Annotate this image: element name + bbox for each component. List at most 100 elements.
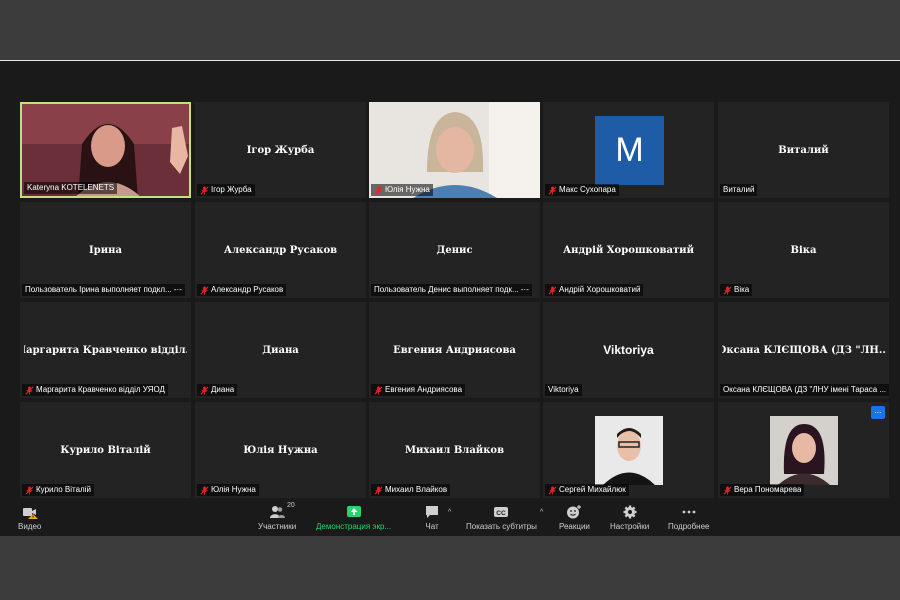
settings-button[interactable]: Настройки xyxy=(610,505,649,531)
mic-muted-icon xyxy=(374,385,383,395)
participant-caption: Михаил Влайков xyxy=(371,484,451,496)
participant-tile[interactable]: Оксана КЛЄЩОВА (ДЗ "ЛН... Оксана КЛЄЩОВА … xyxy=(718,302,889,398)
video-label: Видео xyxy=(18,522,42,531)
participant-caption: Viktoriya xyxy=(545,384,582,396)
participant-tile[interactable]: Михаил Влайков Михаил Влайков xyxy=(369,402,540,498)
captions-button[interactable]: CC Показать субтитры xyxy=(466,505,537,531)
caption-name: Александр Русаков xyxy=(211,285,284,294)
caption-name: Юлія Нужна xyxy=(385,185,430,194)
gallery-view: Kateryna KOTELENETS Ігор Журба Ігор Журба Ю… xyxy=(0,61,900,501)
participant-caption: Оксана КЛЄЩОВА (ДЗ "ЛНУ імені Тараса ... xyxy=(720,384,889,396)
profile-picture xyxy=(595,416,663,485)
participant-caption: Kateryna KOTELENETS xyxy=(24,182,118,194)
caption-name: Маргарита Кравченко відділ УЯОД xyxy=(36,385,165,394)
participant-caption: Курило Віталій xyxy=(22,484,94,496)
participant-caption: Диана xyxy=(197,384,238,396)
reactions-button[interactable]: Реакции xyxy=(559,505,590,531)
participant-caption: Евгения Андриясова xyxy=(371,384,466,396)
caption-name: Диана xyxy=(211,385,235,394)
caption-name: Михаил Влайков xyxy=(385,485,448,494)
gear-icon xyxy=(623,505,637,519)
tile-options-button[interactable]: ... xyxy=(871,406,885,419)
captions-options-caret[interactable]: ^ xyxy=(540,509,543,516)
chat-options-caret[interactable]: ^ xyxy=(448,509,451,516)
captions-label: Показать субтитры xyxy=(466,522,537,531)
caption-name: Kateryna KOTELENETS xyxy=(27,183,115,192)
mic-muted-icon xyxy=(200,485,209,495)
participant-tile[interactable]: Юлія Нужна Юлія Нужна xyxy=(195,402,366,498)
mic-muted-icon xyxy=(548,285,557,295)
participant-caption: Александр Русаков xyxy=(197,284,287,296)
mic-muted-icon xyxy=(200,385,209,395)
participant-tile[interactable]: Kateryna KOTELENETS xyxy=(20,102,191,198)
mic-muted-icon xyxy=(548,485,557,495)
mic-muted-icon xyxy=(200,185,209,195)
caption-name: Сергей Михайлюк xyxy=(559,485,626,494)
mic-muted-icon xyxy=(374,185,383,195)
participant-tile[interactable]: Денис Пользователь Денис выполняет подк..… xyxy=(369,202,540,298)
participant-tile[interactable]: M Макс Сухопара xyxy=(543,102,714,198)
caption-name: Андрій Хорошковатий xyxy=(559,285,641,294)
participant-caption: Вера Пономарева xyxy=(720,484,805,496)
participant-tile[interactable]: Ірина Пользователь Ірина выполняет подкл.… xyxy=(20,202,191,298)
mic-muted-icon xyxy=(25,485,34,495)
share-screen-label: Демонстрация экр... xyxy=(316,522,392,531)
participants-label: Участники xyxy=(258,522,297,531)
mic-muted-icon xyxy=(25,385,34,395)
mic-muted-icon xyxy=(548,185,557,195)
mic-muted-icon xyxy=(374,485,383,495)
settings-label: Настройки xyxy=(610,522,650,531)
reactions-icon xyxy=(567,505,582,519)
participant-tile[interactable]: Маргарита Кравченко відділ... Маргарита К… xyxy=(20,302,191,398)
svg-text:CC: CC xyxy=(497,510,507,517)
more-button[interactable]: Подробнее xyxy=(668,505,710,531)
participant-caption: Віка xyxy=(720,284,753,296)
participant-tile[interactable]: Евгения Андриясова Евгения Андриясова xyxy=(369,302,540,398)
participant-tile[interactable]: Юлія Нужна xyxy=(369,102,540,198)
caption-name: Пользователь Денис выполняет подк... -·- xyxy=(374,285,529,294)
participant-caption: Юлія Нужна xyxy=(371,184,433,196)
participant-caption: Пользователь Денис выполняет подк... -·- xyxy=(371,284,532,296)
participant-tile[interactable]: Андрій Хорошковатий Андрій Хорошковатий xyxy=(543,202,714,298)
participant-tile[interactable]: ... Вера Пономарева xyxy=(718,402,889,498)
mic-muted-icon xyxy=(723,485,732,495)
caption-name: Viktoriya xyxy=(548,385,579,394)
mic-muted-icon xyxy=(200,285,209,295)
share-screen-button[interactable]: Демонстрация экр... xyxy=(316,505,391,531)
participant-tile[interactable]: Диана Диана xyxy=(195,302,366,398)
mic-muted-icon xyxy=(723,285,732,295)
participant-tile[interactable]: Курило Віталій Курило Віталій xyxy=(20,402,191,498)
meeting-toolbar: Видео Участники 20 Демонстрация экр... Ч xyxy=(0,501,900,536)
participant-caption: Виталий xyxy=(720,184,758,196)
caption-name: Вера Пономарева xyxy=(734,485,802,494)
captions-icon: CC xyxy=(494,507,509,517)
chat-button[interactable]: Чат xyxy=(424,505,440,531)
caption-name: Евгения Андриясова xyxy=(385,385,463,394)
participants-count: 20 xyxy=(287,502,295,509)
participant-tile[interactable]: Александр Русаков Александр Русаков xyxy=(195,202,366,298)
participant-caption: Сергей Михайлюк xyxy=(545,484,629,496)
chat-label: Чат xyxy=(425,522,439,531)
caption-name: Пользователь Ірина выполняет подкл... -·… xyxy=(25,285,182,294)
more-label: Подробнее xyxy=(668,522,710,531)
video-off-icon xyxy=(22,508,38,519)
participant-tile[interactable]: Віка Віка xyxy=(718,202,889,298)
participant-tile[interactable]: Виталий Виталий xyxy=(718,102,889,198)
participant-caption: Пользователь Ірина выполняет подкл... -·… xyxy=(22,284,185,296)
participant-caption: Маргарита Кравченко відділ УЯОД xyxy=(22,384,168,396)
participant-caption: Макс Сухопара xyxy=(545,184,619,196)
participant-tile[interactable]: Viktoriya Viktoriya xyxy=(543,302,714,398)
profile-picture xyxy=(770,416,838,485)
meeting-window: Kateryna KOTELENETS Ігор Журба Ігор Журба Ю… xyxy=(0,60,900,536)
caption-name: Юлія Нужна xyxy=(211,485,256,494)
participant-tile[interactable]: Ігор Журба Ігор Журба xyxy=(195,102,366,198)
caption-name: Оксана КЛЄЩОВА (ДЗ "ЛНУ імені Тараса ... xyxy=(723,385,887,394)
caption-name: Віка xyxy=(734,285,750,294)
more-icon xyxy=(682,510,696,514)
chat-icon xyxy=(426,506,438,518)
reactions-label: Реакции xyxy=(559,522,590,531)
caption-name: Ігор Журба xyxy=(211,185,252,194)
participant-tile[interactable]: Сергей Михайлюк xyxy=(543,402,714,498)
video-button[interactable]: Видео xyxy=(18,505,41,531)
caption-name: Макс Сухопара xyxy=(559,185,616,194)
